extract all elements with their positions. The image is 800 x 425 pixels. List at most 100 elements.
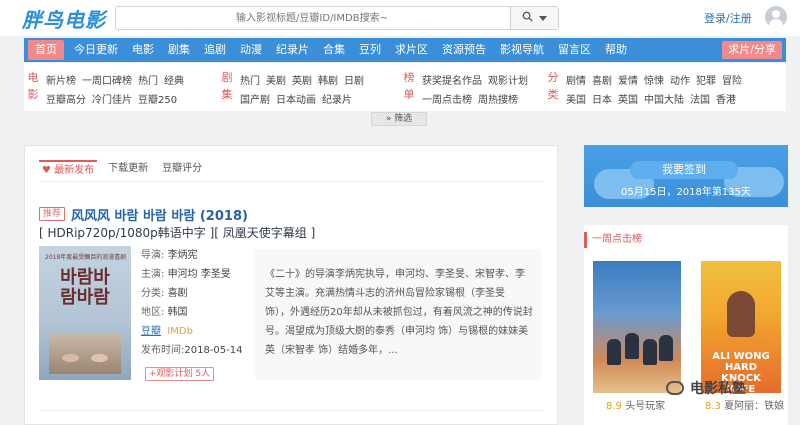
filter-link[interactable]: 冷门佳片 bbox=[92, 95, 132, 106]
filter-link[interactable]: 一周口碑榜 bbox=[82, 76, 132, 87]
filter-link[interactable]: 新片榜 bbox=[46, 76, 76, 87]
filter-link[interactable]: 英国 bbox=[618, 95, 638, 106]
filter-link[interactable]: 国产剧 bbox=[240, 95, 270, 106]
expand-filter-button[interactable]: » 筛选 bbox=[371, 112, 427, 126]
cast-value: 申河均 李圣旻 bbox=[167, 269, 231, 280]
nav-item-today[interactable]: 今日更新 bbox=[67, 38, 125, 62]
site-logo[interactable]: 胖鸟电影 bbox=[22, 4, 106, 33]
filter-link[interactable]: 豆瓣高分 bbox=[46, 95, 86, 106]
filter-link[interactable]: 获奖提名作品 bbox=[422, 76, 482, 87]
filter-link[interactable]: 韩剧 bbox=[318, 76, 338, 87]
director-value: 李炳宪 bbox=[167, 250, 198, 261]
nav-item-request[interactable]: 求片区 bbox=[388, 38, 435, 62]
filter-row: 剧情 喜剧 爱情 惊悚 动作 犯罪 冒险 bbox=[566, 72, 748, 87]
filter-row: 豆瓣高分 冷门佳片 豆瓣250 bbox=[46, 91, 183, 106]
main-nav: 首页 今日更新 电影 剧集 追剧 动漫 纪录片 合集 豆列 求片区 资源预告 影… bbox=[24, 38, 786, 62]
genre-label: 分类: bbox=[141, 288, 165, 299]
poster-image bbox=[49, 334, 121, 374]
filter-link[interactable]: 观影计划 bbox=[488, 76, 528, 87]
filter-link[interactable]: 美国 bbox=[566, 95, 586, 106]
douban-link[interactable]: 豆瓣 bbox=[141, 326, 161, 337]
tab-douban-score[interactable]: 豆瓣评分 bbox=[159, 160, 205, 180]
filter-row: 一周点击榜 周热搜榜 bbox=[422, 91, 524, 106]
filter-link[interactable]: 经典 bbox=[164, 76, 184, 87]
nav-item-help[interactable]: 帮助 bbox=[598, 38, 634, 62]
nav-item-collection[interactable]: 合集 bbox=[316, 38, 352, 62]
filter-link[interactable]: 中国大陆 bbox=[644, 95, 684, 106]
rank-caption-2[interactable]: 8.3 夏阿丽：铁娘 bbox=[705, 397, 784, 412]
add-watchlist-button[interactable]: +观影计划 5人 bbox=[145, 367, 215, 381]
rank-caption-1[interactable]: 8.9 头号玩家 bbox=[606, 397, 665, 412]
poster-title: 바람바람바람 bbox=[60, 267, 110, 308]
filter-panel: 电影 新片榜 一周口碑榜 热门 经典 豆瓣高分 冷门佳片 豆瓣250 剧集 热门 美剧 英剧韩… bbox=[24, 63, 786, 111]
sort-tabs: ♥ 最新发布 下载更新 豆瓣评分 bbox=[39, 160, 205, 180]
nav-item-home[interactable]: 首页 bbox=[28, 40, 64, 60]
signin-date: 05月15日，2018年第135天 bbox=[621, 187, 751, 198]
filter-row: 新片榜 一周口碑榜 热门 经典 bbox=[46, 72, 190, 87]
nav-item-navigation[interactable]: 影视导航 bbox=[493, 38, 551, 62]
filter-link[interactable]: 一周点击榜 bbox=[422, 95, 472, 106]
filter-link[interactable]: 纪录片 bbox=[322, 95, 352, 106]
filter-link[interactable]: 热门 bbox=[138, 76, 158, 87]
main-content: ♥ 最新发布 下载更新 豆瓣评分 推荐 风风风 바람 바람 바람 (2018) … bbox=[24, 145, 558, 425]
filter-row: 国产剧 日本动画 纪录片 bbox=[240, 91, 358, 106]
weekly-rank-title: 一周点击榜 bbox=[584, 232, 642, 248]
filter-link[interactable]: 美剧 bbox=[266, 76, 286, 87]
rank-poster-1[interactable] bbox=[593, 261, 681, 393]
filter-link[interactable]: 豆瓣250 bbox=[138, 95, 177, 106]
nav-item-movie[interactable]: 电影 bbox=[125, 38, 161, 62]
filter-link[interactable]: 周热搜榜 bbox=[478, 95, 518, 106]
filter-link[interactable]: 日本 bbox=[592, 95, 612, 106]
tab-latest[interactable]: ♥ 最新发布 bbox=[39, 160, 98, 180]
filter-link[interactable]: 日剧 bbox=[344, 76, 364, 87]
filter-link[interactable]: 冒险 bbox=[722, 76, 742, 87]
filter-link[interactable]: 剧情 bbox=[566, 76, 586, 87]
nav-item-follow[interactable]: 追剧 bbox=[197, 38, 233, 62]
watermark-text: 电影私塾 bbox=[690, 381, 746, 397]
nav-item-preview[interactable]: 资源预告 bbox=[435, 38, 493, 62]
filter-group-movie: 电影 新片榜 一周口碑榜 热门 经典 豆瓣高分 冷门佳片 豆瓣250 bbox=[26, 63, 222, 111]
filter-link[interactable]: 法国 bbox=[690, 95, 710, 106]
imdb-link[interactable]: IMDb bbox=[167, 326, 193, 337]
signin-button[interactable]: 我要签到 bbox=[630, 161, 738, 179]
filter-link[interactable]: 热门 bbox=[240, 76, 260, 87]
rank-title: 头号玩家 bbox=[625, 401, 666, 412]
search-button[interactable] bbox=[510, 7, 558, 29]
filter-link[interactable]: 日本动画 bbox=[276, 95, 316, 106]
filter-link[interactable]: 爱情 bbox=[618, 76, 638, 87]
region-value: 韩国 bbox=[167, 307, 188, 318]
filter-group-rank: 榜单 获奖提名作品 观影计划 一周点击榜 周热搜榜 bbox=[402, 63, 550, 111]
rank-poster-2[interactable]: ALI WONG HARD KNOCK WIFE bbox=[701, 261, 781, 393]
chevron-down-icon[interactable] bbox=[539, 12, 547, 25]
nav-item-documentary[interactable]: 纪录片 bbox=[269, 38, 316, 62]
nav-item-anime[interactable]: 动漫 bbox=[233, 38, 269, 62]
movie-subtitle: [ HDRip720p/1080p韩语中字 ][ 凤凰天使字幕组 ] bbox=[39, 226, 316, 240]
filter-link[interactable]: 香港 bbox=[716, 95, 736, 106]
movie-title[interactable]: 风风风 바람 바람 바람 (2018) bbox=[71, 205, 248, 224]
search-input[interactable] bbox=[116, 7, 508, 29]
watermark: 电影私塾 bbox=[666, 378, 746, 398]
rank-title: 夏阿丽：铁娘 bbox=[724, 401, 785, 412]
nav-item-series[interactable]: 剧集 bbox=[161, 38, 197, 62]
nav-item-doulist[interactable]: 豆列 bbox=[352, 38, 388, 62]
search-box bbox=[115, 6, 559, 30]
filter-link[interactable]: 惊悚 bbox=[644, 76, 664, 87]
filter-label-rank: 榜单 bbox=[403, 71, 415, 101]
filter-label-series: 剧集 bbox=[221, 71, 233, 101]
filter-link[interactable]: 喜剧 bbox=[592, 76, 612, 87]
nav-item-message[interactable]: 留言区 bbox=[551, 38, 598, 62]
filter-link[interactable]: 英剧 bbox=[292, 76, 312, 87]
filter-link[interactable]: 动作 bbox=[670, 76, 690, 87]
avatar[interactable] bbox=[765, 6, 787, 28]
request-share-button[interactable]: 求片/分享 bbox=[722, 41, 782, 59]
tab-download-update[interactable]: 下载更新 bbox=[105, 160, 151, 180]
filter-link[interactable]: 犯罪 bbox=[696, 76, 716, 87]
date-label: 发布时间: bbox=[141, 345, 185, 356]
movie-poster[interactable]: 2018年度最受瞩目的浪漫喜剧 바람바람바람 bbox=[39, 246, 131, 380]
filter-label-movie: 电影 bbox=[27, 71, 39, 101]
divider bbox=[39, 181, 545, 182]
cast-label: 主演: bbox=[141, 269, 165, 280]
login-link[interactable]: 登录/注册 bbox=[704, 10, 752, 26]
wechat-icon bbox=[666, 381, 684, 395]
filter-label-category: 分类 bbox=[547, 71, 559, 101]
